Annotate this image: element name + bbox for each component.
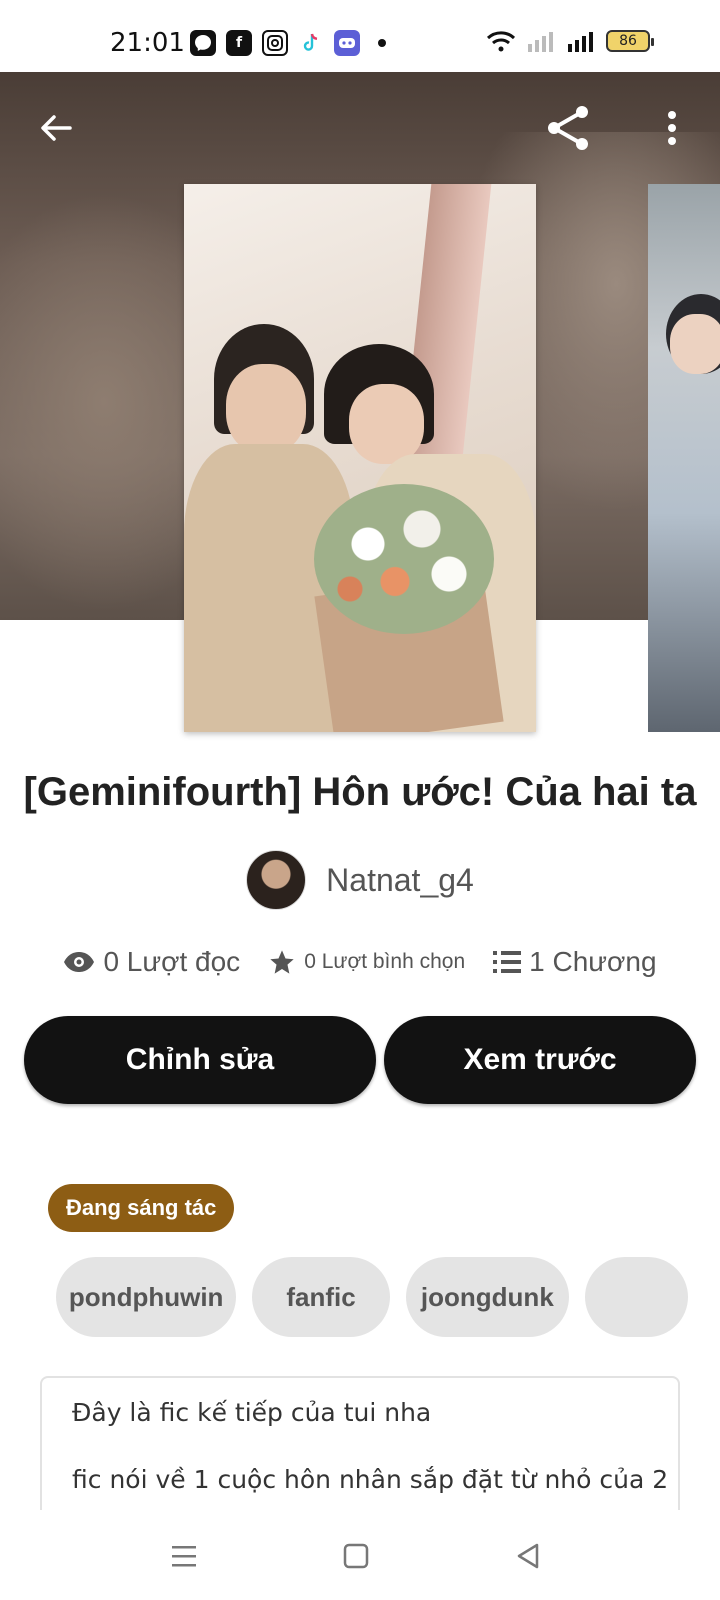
edit-button[interactable]: Chỉnh sửa [24, 1016, 376, 1104]
eye-icon [64, 952, 95, 972]
cover-bouquet [314, 484, 494, 634]
tag-chip-more[interactable] [584, 1257, 688, 1337]
cover-figure-face [349, 384, 424, 464]
chapters-count: 1 Chương [529, 946, 657, 977]
stat-chapters: 1 Chương [493, 946, 657, 978]
tag-list[interactable]: pondphuwin fanfic joongdunk [56, 1257, 688, 1337]
story-title: [Geminifourth] Hôn ước! Của hai ta [23, 770, 697, 814]
more-options-button[interactable] [644, 100, 700, 156]
votes-count: 0 Lượt bình chọn [304, 950, 466, 973]
more-notifications-dot [378, 39, 386, 47]
star-icon [270, 950, 294, 974]
tag-chip[interactable]: fanfic [252, 1257, 390, 1337]
author-avatar[interactable] [246, 850, 307, 910]
system-nav-bar [0, 1510, 720, 1600]
stat-reads: 0 Lượt đọc [63, 946, 240, 978]
notification-icons: f [190, 30, 386, 56]
signal-weak-icon [528, 32, 553, 52]
description-box[interactable]: Đây là fic kế tiếp của tui nha fic nói v… [40, 1376, 680, 1526]
messenger-icon [190, 30, 216, 56]
arrow-left-icon [41, 115, 72, 141]
story-cover-image[interactable] [184, 184, 536, 732]
author-name[interactable]: Natnat_g4 [326, 862, 474, 899]
back-button[interactable] [28, 100, 84, 156]
tag-chip[interactable]: pondphuwin [56, 1257, 237, 1337]
list-icon [493, 951, 522, 973]
cover-figure-face [226, 364, 306, 454]
description-line [72, 1427, 648, 1465]
wifi-icon [486, 31, 516, 52]
tiktok-icon [298, 30, 324, 56]
story-stats: 0 Lượt đọc 0 Lượt bình chọn 1 Chương [0, 946, 720, 978]
status-time: 21:01 [110, 28, 185, 58]
signal-strong-icon [568, 32, 593, 52]
description-line: fic nói về 1 cuộc hôn nhân sắp đặt từ nh… [72, 1465, 669, 1494]
menu-icon [172, 1546, 196, 1567]
stat-votes: 0 Lượt bình chọn [268, 948, 465, 976]
next-cover-preview[interactable] [648, 184, 720, 732]
recent-apps-button[interactable] [164, 1536, 204, 1576]
more-vertical-icon [668, 111, 676, 145]
discord-icon [334, 30, 360, 56]
preview-button[interactable]: Xem trước [384, 1016, 696, 1104]
preview-figure-face [670, 314, 720, 374]
tag-chip[interactable]: joongdunk [405, 1257, 569, 1337]
battery-indicator: 86 [606, 30, 654, 52]
reads-count: 0 Lượt đọc [103, 946, 241, 977]
share-icon [548, 106, 588, 150]
home-button[interactable] [336, 1536, 376, 1576]
back-nav-button[interactable] [508, 1536, 548, 1576]
square-icon [343, 1543, 369, 1569]
facebook-icon: f [226, 30, 252, 56]
description-line: Đây là fic kế tiếp của tui nha [72, 1398, 432, 1427]
share-button[interactable] [540, 100, 596, 156]
triangle-back-icon [517, 1543, 539, 1569]
status-badge: Đang sáng tác [48, 1184, 235, 1232]
instagram-icon [262, 30, 288, 56]
system-indicators: 86 [486, 30, 654, 52]
author-row[interactable]: Natnat_g4 [0, 850, 720, 910]
status-bar: 21:01 f 86 [0, 0, 720, 72]
